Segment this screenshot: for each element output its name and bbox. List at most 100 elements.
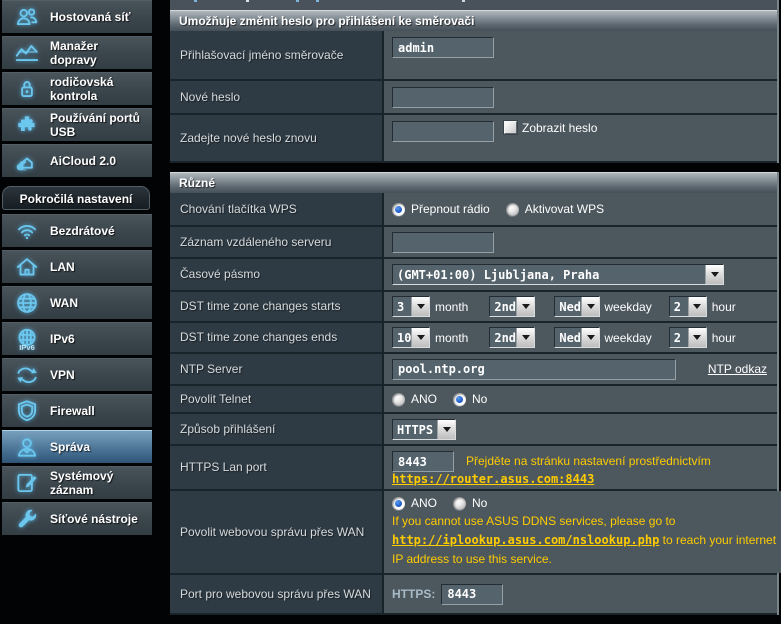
artifact-mark bbox=[194, 0, 197, 2]
sidebar-item-label: Bezdrátové bbox=[50, 224, 119, 238]
wps-behavior-label: Chování tlačítka WPS bbox=[170, 193, 384, 225]
sidebar-item-firewall[interactable]: Firewall bbox=[2, 394, 152, 427]
sidebar-item-label: Systémový záznam bbox=[50, 469, 152, 497]
retype-password-input[interactable] bbox=[392, 121, 494, 142]
dst-end-hour-select[interactable]: 2 bbox=[669, 327, 707, 348]
traffic-manager-icon bbox=[13, 38, 41, 68]
sidebar-item-traffic-manager[interactable]: Manažer dopravy bbox=[2, 36, 152, 69]
timezone-label: Časové pásmo bbox=[170, 259, 384, 290]
globe-icon bbox=[13, 288, 41, 318]
timezone-select[interactable]: (GMT+01:00) Ljubljana, Praha bbox=[392, 264, 724, 285]
dst-end-month-value: 10 bbox=[393, 328, 411, 347]
wan-web-access-row: Povolit webovou správu přes WAN ANO No I… bbox=[170, 491, 777, 575]
ntp-server-row: NTP Server NTP odkaz bbox=[170, 354, 777, 386]
dropdown-arrow-icon bbox=[411, 297, 429, 316]
sidebar-item-administration[interactable]: Správa bbox=[2, 430, 152, 463]
router-settings-link[interactable]: https://router.asus.com:8443 bbox=[392, 472, 594, 486]
password-panel-title: Umožňuje změnit heslo pro přihlášení ke … bbox=[170, 10, 777, 31]
wan-port-protocol-label: HTTPS: bbox=[392, 587, 435, 601]
sidebar-item-label: Síťové nástroje bbox=[50, 512, 142, 526]
wan-web-port-input[interactable] bbox=[441, 584, 503, 605]
wan-access-yes-radio[interactable] bbox=[392, 497, 405, 510]
sidebar: Hostovaná síť Manažer dopravy rodičovská… bbox=[0, 0, 154, 608]
sidebar-item-label: Manažer dopravy bbox=[50, 39, 152, 67]
remote-log-label: Záznam vzdáleného serveru bbox=[170, 227, 384, 257]
sidebar-item-label: WAN bbox=[50, 296, 82, 310]
dst-start-hour-select[interactable]: 2 bbox=[669, 296, 707, 317]
telnet-row: Povolit Telnet ANO No bbox=[170, 386, 777, 414]
dst-end-label: DST time zone changes ends bbox=[170, 323, 384, 352]
month-suffix: month bbox=[435, 331, 468, 345]
dst-start-week-select[interactable]: 2nd bbox=[489, 296, 535, 317]
dst-end-week-select[interactable]: 2nd bbox=[489, 327, 535, 348]
ntp-link[interactable]: NTP odkaz bbox=[708, 362, 767, 376]
dropdown-arrow-icon bbox=[688, 297, 706, 316]
iplookup-link[interactable]: http://iplookup.asus.com/nslookup.php bbox=[392, 533, 659, 547]
remote-log-row: Záznam vzdáleného serveru bbox=[170, 227, 777, 259]
https-lan-port-input[interactable] bbox=[392, 451, 454, 472]
dst-end-week-value: 2nd bbox=[490, 328, 516, 347]
telnet-no-label: No bbox=[472, 392, 487, 406]
new-password-row: Nové heslo bbox=[170, 81, 777, 115]
hour-suffix: hour bbox=[712, 331, 736, 345]
dst-start-hour-value: 2 bbox=[670, 297, 688, 316]
timezone-selected-value: (GMT+01:00) Ljubljana, Praha bbox=[393, 265, 705, 284]
sidebar-item-aicloud[interactable]: AiCloud 2.0 bbox=[2, 144, 152, 177]
dst-end-row: DST time zone changes ends 10 month 2nd … bbox=[170, 323, 777, 354]
shield-icon bbox=[13, 396, 41, 426]
wps-activate-radio[interactable] bbox=[506, 203, 519, 216]
wps-toggle-radio[interactable] bbox=[392, 203, 405, 216]
aicloud-icon bbox=[13, 146, 41, 176]
wan-access-no-label: No bbox=[472, 496, 487, 510]
puzzle-icon bbox=[13, 110, 41, 140]
remote-log-input[interactable] bbox=[392, 232, 494, 253]
dropdown-arrow-icon bbox=[516, 297, 534, 316]
wan-web-port-label: Port pro webovou správu přes WAN bbox=[170, 575, 384, 613]
house-icon bbox=[13, 252, 41, 282]
telnet-no-radio[interactable] bbox=[453, 393, 466, 406]
svg-text:IPv6: IPv6 bbox=[19, 343, 35, 352]
miscellaneous-panel-title: Různé bbox=[170, 172, 777, 193]
wan-access-note: If you cannot use ASUS DDNS services, pl… bbox=[392, 512, 781, 569]
sidebar-item-label: Firewall bbox=[50, 404, 99, 418]
ntp-server-input[interactable] bbox=[392, 359, 676, 380]
wan-access-yes-label: ANO bbox=[411, 496, 437, 510]
wps-behavior-row: Chování tlačítka WPS Přepnout rádio Akti… bbox=[170, 193, 777, 227]
login-name-row: Přihlašovací jméno směrovače bbox=[170, 31, 777, 81]
dst-end-month-select[interactable]: 10 bbox=[392, 327, 430, 348]
sidebar-item-vpn[interactable]: VPN bbox=[2, 358, 152, 391]
dst-start-month-select[interactable]: 3 bbox=[392, 296, 430, 317]
auth-method-select[interactable]: HTTPS bbox=[392, 419, 456, 440]
sidebar-item-parental-controls[interactable]: rodičovská kontrola bbox=[2, 72, 152, 105]
sidebar-item-wireless[interactable]: Bezdrátové bbox=[2, 214, 152, 247]
sidebar-item-lan[interactable]: LAN bbox=[2, 250, 152, 283]
https-lan-port-hint: Přejděte na stránku nastavení prostředni… bbox=[466, 452, 711, 471]
telnet-yes-label: ANO bbox=[411, 392, 437, 406]
login-name-input[interactable] bbox=[392, 37, 494, 58]
new-password-input[interactable] bbox=[392, 87, 494, 108]
wps-activate-radio-label: Aktivovat WPS bbox=[525, 202, 604, 216]
dst-start-weekday-select[interactable]: Ned bbox=[554, 296, 600, 317]
sidebar-item-usb-application[interactable]: Používání portů USB bbox=[2, 108, 152, 141]
sidebar-item-guest-network[interactable]: Hostovaná síť bbox=[2, 0, 152, 33]
sidebar-item-network-tools[interactable]: Síťové nástroje bbox=[2, 502, 152, 535]
weekday-suffix: weekday bbox=[604, 331, 651, 345]
wan-access-no-radio[interactable] bbox=[453, 497, 466, 510]
ntp-server-label: NTP Server bbox=[170, 354, 384, 384]
dst-end-weekday-select[interactable]: Ned bbox=[554, 327, 600, 348]
ipv6-globe-icon: IPv6 bbox=[13, 324, 41, 354]
sidebar-item-wan[interactable]: WAN bbox=[2, 286, 152, 319]
sidebar-item-system-log[interactable]: Systémový záznam bbox=[2, 466, 152, 499]
telnet-yes-radio[interactable] bbox=[392, 393, 405, 406]
sidebar-item-ipv6[interactable]: IPv6 IPv6 bbox=[2, 322, 152, 355]
artifact-mark bbox=[316, 0, 319, 2]
show-password-label: Zobrazit heslo bbox=[522, 121, 597, 135]
show-password-checkbox[interactable] bbox=[504, 121, 517, 134]
sidebar-item-label: LAN bbox=[50, 260, 79, 274]
sidebar-item-label: Hostovaná síť bbox=[50, 10, 134, 24]
artifact-mark bbox=[296, 0, 299, 2]
vpn-arrows-icon bbox=[13, 360, 41, 390]
dst-start-month-value: 3 bbox=[393, 297, 411, 316]
https-lan-port-row: HTTPS Lan port Přejděte na stránku nasta… bbox=[170, 446, 777, 491]
dst-start-week-value: 2nd bbox=[490, 297, 516, 316]
